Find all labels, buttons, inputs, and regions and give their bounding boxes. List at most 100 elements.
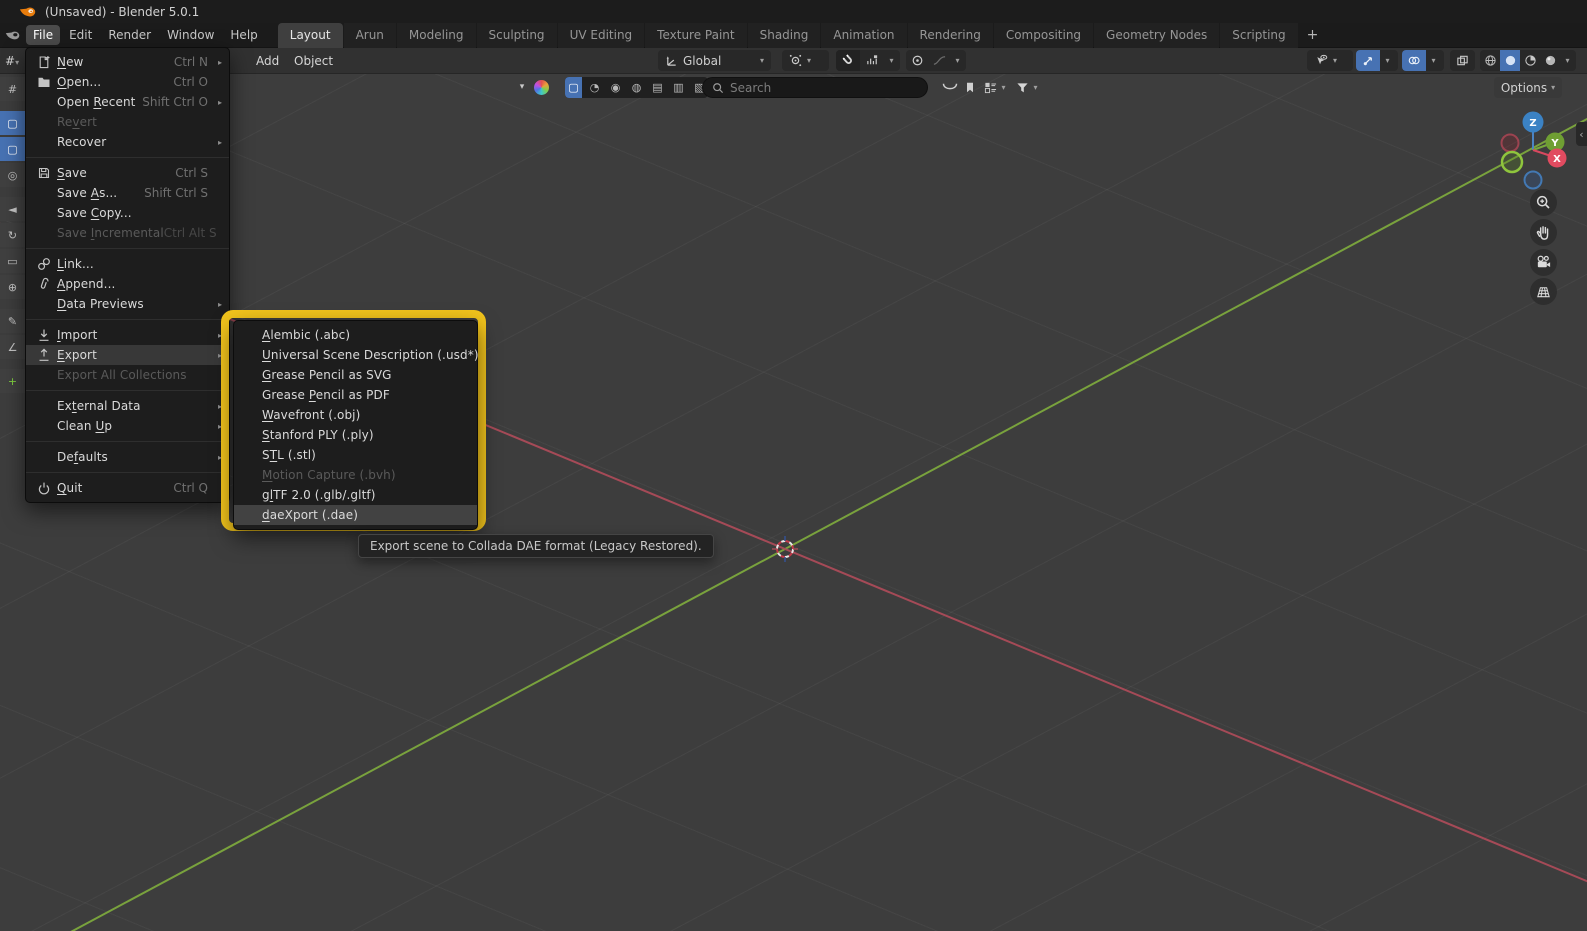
- wireframe-shading-button[interactable]: [1480, 50, 1500, 71]
- gizmo-neg-z-ball[interactable]: [1523, 170, 1543, 190]
- weight-paint-mode-icon[interactable]: ▥: [670, 77, 687, 98]
- material-ball-icon[interactable]: [533, 77, 550, 98]
- save-menu-item[interactable]: Save Ctrl S: [26, 163, 229, 183]
- gizmo-neg-y-ball[interactable]: [1500, 150, 1524, 174]
- tab-sculpting[interactable]: Sculpting: [476, 22, 557, 48]
- transform-tool-icon[interactable]: ⊕: [0, 275, 25, 299]
- link-menu-item[interactable]: Link...: [26, 254, 229, 274]
- defaults-menu-item[interactable]: Defaults ▸: [26, 447, 229, 467]
- navigation-gizmo[interactable]: Z Y X: [1492, 108, 1572, 194]
- gizmos-toggle-button[interactable]: [1356, 50, 1380, 71]
- measure-tool-icon[interactable]: ∠: [0, 335, 25, 359]
- tab-modeling[interactable]: Modeling: [396, 22, 476, 48]
- collection-chevron[interactable]: ▾: [514, 77, 530, 98]
- options-button[interactable]: Options ▾: [1494, 77, 1562, 98]
- sculpt-mode-icon[interactable]: ◉: [607, 77, 624, 98]
- move-tool-icon[interactable]: ◄: [0, 197, 25, 221]
- visibility-dropdown[interactable]: ▾: [1307, 50, 1353, 71]
- save-copy-menu-item[interactable]: Save Copy...: [26, 203, 229, 223]
- proportional-editing-button[interactable]: [906, 50, 928, 71]
- tab-texture-paint[interactable]: Texture Paint: [645, 22, 747, 48]
- open-recent-menu-item[interactable]: Open Recent Shift Ctrl O ▸: [26, 92, 229, 112]
- grease-pencil-as-svg-menu-item[interactable]: Grease Pencil as SVG: [234, 365, 477, 385]
- universal-scene-description-usd-menu-item[interactable]: Universal Scene Description (.usd*): [234, 345, 479, 365]
- camera-view-button[interactable]: [1530, 249, 1557, 276]
- zoom-button[interactable]: [1530, 189, 1557, 216]
- editor-type-icon[interactable]: #: [0, 77, 25, 101]
- material-shading-button[interactable]: [1520, 50, 1540, 71]
- snapping-chevron[interactable]: ▾: [884, 50, 899, 71]
- select-box-tool-icon[interactable]: ▢: [0, 111, 25, 135]
- rotate-tool-icon[interactable]: ↻: [0, 223, 25, 247]
- viewport-menu-add[interactable]: Add: [251, 51, 284, 71]
- tab-geometry-nodes[interactable]: Geometry Nodes: [1094, 22, 1220, 48]
- tab-shading[interactable]: Shading: [747, 22, 821, 48]
- daexport-dae-menu-item[interactable]: daeXport (.dae): [234, 505, 477, 525]
- cursor-tool-icon[interactable]: ◎: [0, 163, 25, 187]
- pie-mode-icon[interactable]: ◔: [586, 77, 603, 98]
- blender-menu-logo-icon[interactable]: [0, 30, 25, 41]
- menubar-window[interactable]: Window: [160, 25, 221, 45]
- paint-globe-mode-icon[interactable]: ◍: [628, 77, 645, 98]
- stl-stl-menu-item[interactable]: STL (.stl): [234, 445, 477, 465]
- bookmark-icon[interactable]: [962, 77, 978, 98]
- rendered-shading-button[interactable]: [1540, 50, 1560, 71]
- transform-orientation-dropdown[interactable]: Global ▾: [658, 50, 771, 71]
- quit-menu-item[interactable]: Quit Ctrl Q: [26, 478, 229, 498]
- overlays-toggle-button[interactable]: [1402, 50, 1426, 71]
- alembic-abc-menu-item[interactable]: Alembic (.abc): [234, 325, 477, 345]
- recover-menu-item[interactable]: Recover ▸: [26, 132, 229, 152]
- add-cube-tool-icon[interactable]: +: [0, 369, 25, 393]
- annotate-tool-icon[interactable]: ✎: [0, 309, 25, 333]
- external-data-menu-item[interactable]: External Data ▸: [26, 396, 229, 416]
- stanford-ply-ply-menu-item[interactable]: Stanford PLY (.ply): [234, 425, 477, 445]
- sidebar-collapse-arrow[interactable]: ‹: [1576, 122, 1587, 146]
- grease-pencil-as-pdf-menu-item[interactable]: Grease Pencil as PDF: [234, 385, 477, 405]
- search-bar[interactable]: [702, 77, 928, 98]
- wavefront-obj-menu-item[interactable]: Wavefront (.obj): [234, 405, 477, 425]
- tab-arun[interactable]: Arun: [343, 22, 396, 48]
- proportional-chevron[interactable]: ▾: [950, 50, 965, 71]
- overlays-chevron[interactable]: ▾: [1426, 50, 1441, 71]
- tab-layout[interactable]: Layout: [277, 22, 343, 48]
- save-as-menu-item[interactable]: Save As... Shift Ctrl S: [26, 183, 229, 203]
- search-input[interactable]: [730, 80, 910, 95]
- tab-animation[interactable]: Animation: [821, 22, 907, 48]
- menubar-file[interactable]: File: [26, 25, 61, 45]
- gizmos-chevron[interactable]: ▾: [1380, 50, 1395, 71]
- menubar-render[interactable]: Render: [101, 25, 158, 45]
- open-menu-item[interactable]: Open... Ctrl O: [26, 72, 229, 92]
- tab-scripting[interactable]: Scripting: [1220, 22, 1298, 48]
- gltf-2-0-glb-gltf-menu-item[interactable]: glTF 2.0 (.glb/.gltf): [234, 485, 477, 505]
- tab-uv-editing[interactable]: UV Editing: [557, 22, 645, 48]
- scale-tool-icon[interactable]: ▭: [0, 249, 25, 273]
- tweak-tool-icon[interactable]: ▢: [0, 137, 25, 161]
- import-menu-item[interactable]: Import ▸: [26, 325, 229, 345]
- clean-up-menu-item[interactable]: Clean Up ▸: [26, 416, 229, 436]
- xray-toggle-button[interactable]: [1450, 50, 1475, 71]
- new-menu-item[interactable]: New Ctrl N ▸: [26, 52, 229, 72]
- data-previews-menu-item[interactable]: Data Previews ▸: [26, 294, 229, 314]
- add-workspace-button[interactable]: +: [1298, 27, 1328, 43]
- tab-rendering[interactable]: Rendering: [907, 22, 993, 48]
- viewport-menu-object[interactable]: Object: [289, 51, 338, 71]
- snap-target-dropdown[interactable]: ▾: [782, 50, 829, 71]
- menubar-help[interactable]: Help: [223, 25, 264, 45]
- editor-type-button[interactable]: #▾: [2, 51, 22, 71]
- falloff-curve-button[interactable]: [928, 50, 950, 71]
- curve-widget-icon[interactable]: [938, 77, 962, 98]
- gizmo-neg-x-ball[interactable]: [1500, 133, 1520, 153]
- display-mode-dropdown[interactable]: ▾: [980, 77, 1010, 98]
- snap-increment-button[interactable]: [860, 50, 884, 71]
- object-select-mode-icon[interactable]: ▢: [565, 77, 582, 98]
- texture-paint-mode-icon[interactable]: ▤: [649, 77, 666, 98]
- filter-dropdown[interactable]: ▾: [1012, 77, 1042, 98]
- append-menu-item[interactable]: Append...: [26, 274, 229, 294]
- solid-shading-button[interactable]: [1500, 50, 1520, 71]
- shading-chevron[interactable]: ▾: [1560, 50, 1575, 71]
- perspective-grid-button[interactable]: [1530, 278, 1557, 305]
- tab-compositing[interactable]: Compositing: [993, 22, 1094, 48]
- export-menu-item[interactable]: Export ▸: [26, 345, 229, 365]
- pan-hand-button[interactable]: [1530, 219, 1557, 246]
- menubar-edit[interactable]: Edit: [62, 25, 99, 45]
